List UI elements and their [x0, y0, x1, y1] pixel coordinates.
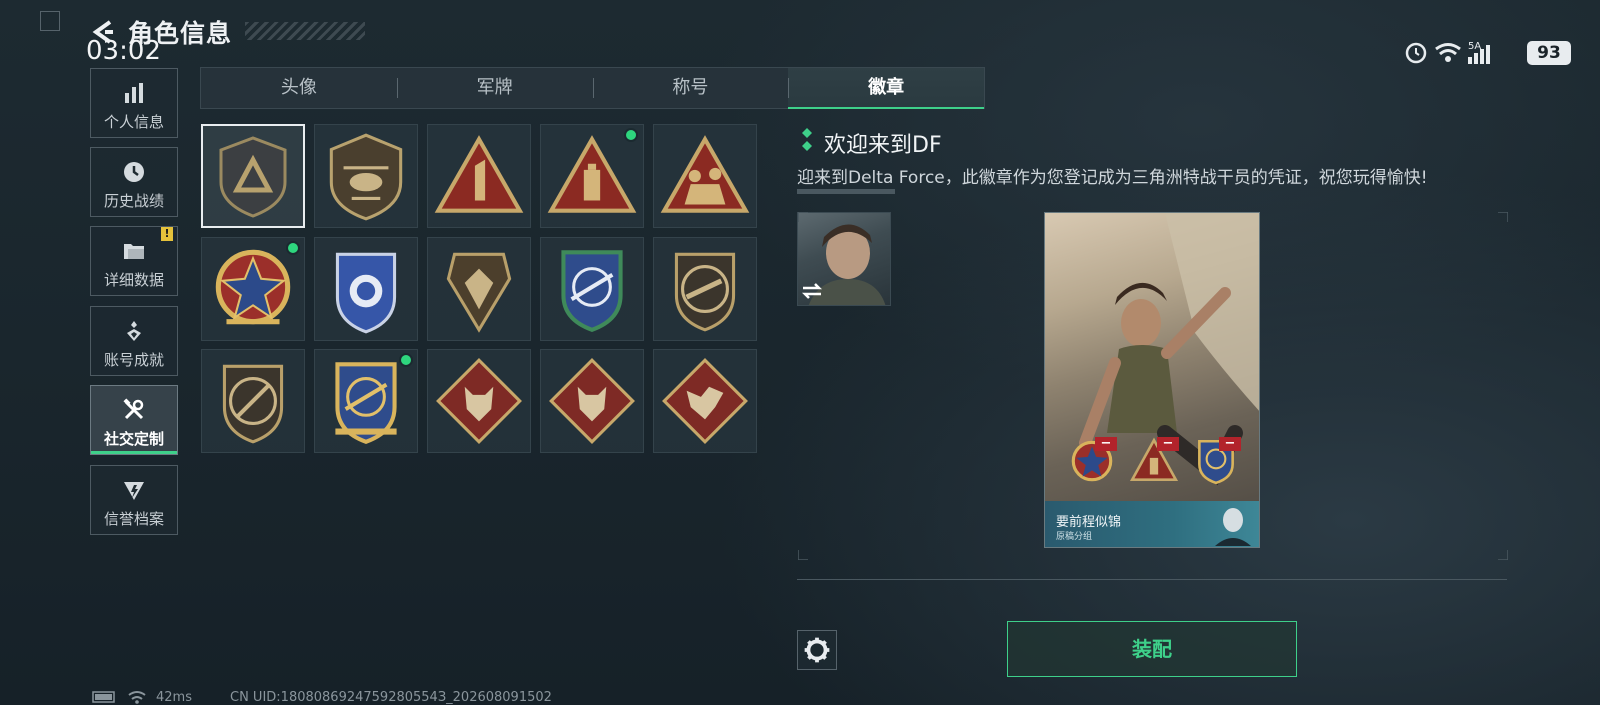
ping-value: 42ms	[156, 690, 192, 705]
footer-wifi-icon	[128, 691, 146, 704]
settings-button[interactable]	[797, 630, 837, 670]
badge-cell[interactable]	[540, 237, 644, 341]
number-one-triangle-badge-icon	[434, 135, 524, 213]
helicopter-badge-icon	[329, 133, 403, 221]
nav-personal-info[interactable]: 个人信息	[90, 68, 178, 138]
badge-description: 迎来到Delta Force，此徽章作为您登记成为三角洲特战干员的凭证，祝您玩得…	[797, 168, 1428, 188]
tab-title[interactable]: 称号	[592, 68, 789, 108]
section-divider	[797, 579, 1507, 580]
diamond-marker-icon	[802, 128, 812, 151]
nav-detailed-data[interactable]: 详细数据 !	[90, 226, 178, 296]
nav-label: 账号成就	[103, 351, 164, 369]
nav-label: 信誉档案	[103, 510, 164, 528]
card-subtitle: 原稿分组	[1056, 532, 1093, 542]
badge-cell[interactable]	[314, 124, 418, 228]
window-corner-box	[40, 11, 60, 31]
active-indicator	[91, 451, 177, 454]
nav-social-custom[interactable]: 社交定制	[90, 385, 178, 455]
tab-avatar[interactable]: 头像	[201, 68, 397, 108]
wifi-icon	[1435, 43, 1461, 62]
nav-label: 详细数据	[103, 271, 164, 289]
remove-badge-button[interactable]: −	[1219, 437, 1241, 451]
equipped-indicator	[286, 241, 300, 255]
nav-label: 个人信息	[103, 113, 164, 131]
badge-cell[interactable]	[653, 237, 757, 341]
badge-cell[interactable]	[540, 349, 644, 453]
sniper-round-badge-icon	[222, 364, 284, 444]
delta-triangle-badge-icon	[219, 136, 287, 218]
battery-indicator: 93	[1527, 41, 1571, 65]
folder-icon	[124, 244, 144, 259]
tab-badge[interactable]: 徽章	[788, 68, 984, 109]
clock-icon	[124, 162, 144, 182]
equipped-indicator	[399, 353, 413, 367]
tools-icon	[123, 398, 144, 420]
badge-cell[interactable]	[201, 124, 305, 228]
gem-shield-badge-icon	[446, 252, 512, 333]
dragon-diamond-badge-icon	[662, 358, 748, 444]
description-scroll-indicator	[797, 189, 895, 194]
remove-badge-button[interactable]: −	[1095, 437, 1117, 451]
status-time: 03:02	[86, 36, 161, 66]
badge-cell[interactable]	[201, 349, 305, 453]
device-battery-icon	[92, 691, 115, 703]
equipped-indicator	[624, 128, 638, 142]
wolf-diamond-badge-icon	[436, 358, 522, 444]
gear-icon	[804, 637, 830, 663]
alarm-icon	[1405, 42, 1427, 64]
badge-cell[interactable]	[427, 124, 531, 228]
nav-label: 社交定制	[103, 430, 164, 448]
player-uid: CN UID:1808086924759280554З_202608091502	[230, 690, 552, 705]
badge-cell[interactable]	[653, 349, 757, 453]
title-decoration	[245, 22, 365, 40]
tab-dog-tag[interactable]: 军牌	[396, 68, 593, 108]
badge-cell[interactable]	[427, 349, 531, 453]
category-tabs: 头像 军牌 称号 徽章	[200, 67, 985, 109]
badge-title: 欢迎来到DF	[824, 133, 942, 158]
wolf-diamond-badge-icon	[549, 358, 635, 444]
nameplate-portrait-icon	[1215, 508, 1251, 546]
bar-chart-icon	[125, 83, 143, 103]
badge-cell[interactable]	[653, 124, 757, 228]
nav-history[interactable]: 历史战绩	[90, 147, 178, 217]
climbing-operator-image	[1079, 213, 1259, 486]
nav-reputation[interactable]: 信誉档案	[90, 465, 178, 535]
rifle-round-badge-icon	[674, 252, 736, 332]
remove-badge-button[interactable]: −	[1157, 437, 1179, 451]
nav-achievements[interactable]: 账号成就	[90, 306, 178, 376]
network-label: 5A	[1468, 41, 1481, 52]
soldiers-triangle-badge-icon	[660, 135, 750, 213]
alert-badge: !	[161, 227, 173, 241]
character-card-preview	[1044, 212, 1260, 548]
card-player-name: 要前程似锦	[1056, 515, 1122, 530]
blue-police-badge-icon	[335, 252, 397, 334]
badge-cell[interactable]	[314, 237, 418, 341]
badge-cell[interactable]	[427, 237, 531, 341]
shield-icon	[124, 482, 144, 500]
crosshair-rifle-blue-badge-icon	[561, 250, 623, 332]
nav-label: 历史战绩	[103, 192, 164, 210]
equip-button[interactable]: 装配	[1007, 621, 1297, 677]
medal-icon	[127, 321, 141, 341]
